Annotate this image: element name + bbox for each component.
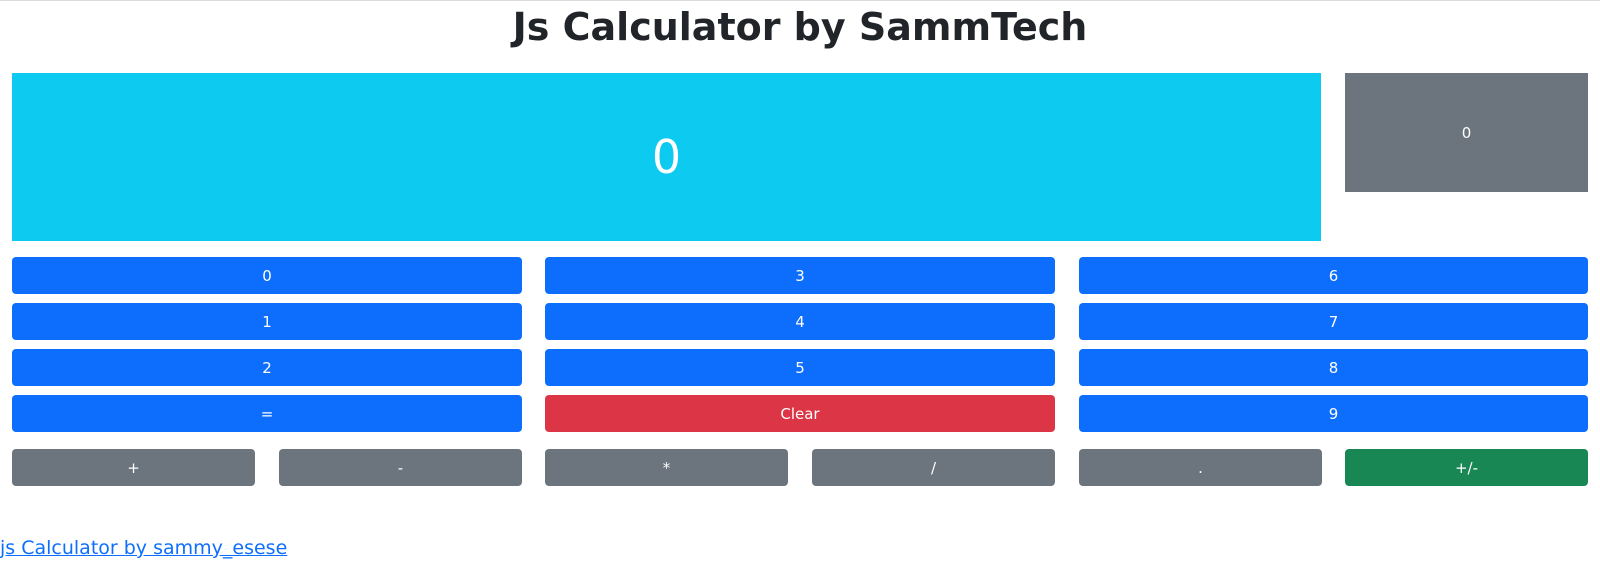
calculator-display: 0	[12, 73, 1321, 241]
footer-credit-link[interactable]: js Calculator by sammy_esese	[0, 536, 287, 560]
digit-0-button[interactable]: 0	[12, 257, 522, 294]
digit-4-button[interactable]: 4	[545, 303, 1055, 340]
digit-9-button[interactable]: 9	[1079, 395, 1588, 432]
memory-value: 0	[1461, 123, 1472, 142]
clear-button[interactable]: Clear	[545, 395, 1055, 432]
divide-button[interactable]: /	[812, 449, 1055, 486]
memory-display: 0	[1345, 73, 1588, 192]
display-value: 0	[651, 130, 682, 184]
digit-2-button[interactable]: 2	[12, 349, 522, 386]
digit-1-button[interactable]: 1	[12, 303, 522, 340]
digit-8-button[interactable]: 8	[1079, 349, 1588, 386]
digit-3-button[interactable]: 3	[545, 257, 1055, 294]
plus-button[interactable]: +	[12, 449, 255, 486]
digit-5-button[interactable]: 5	[545, 349, 1055, 386]
minus-button[interactable]: -	[279, 449, 522, 486]
digit-7-button[interactable]: 7	[1079, 303, 1588, 340]
equals-button[interactable]: =	[12, 395, 522, 432]
decimal-button[interactable]: .	[1079, 449, 1322, 486]
negate-button[interactable]: +/-	[1345, 449, 1588, 486]
top-divider	[0, 0, 1600, 1]
digit-6-button[interactable]: 6	[1079, 257, 1588, 294]
multiply-button[interactable]: *	[545, 449, 788, 486]
page-title: Js Calculator by SammTech	[512, 5, 1088, 49]
